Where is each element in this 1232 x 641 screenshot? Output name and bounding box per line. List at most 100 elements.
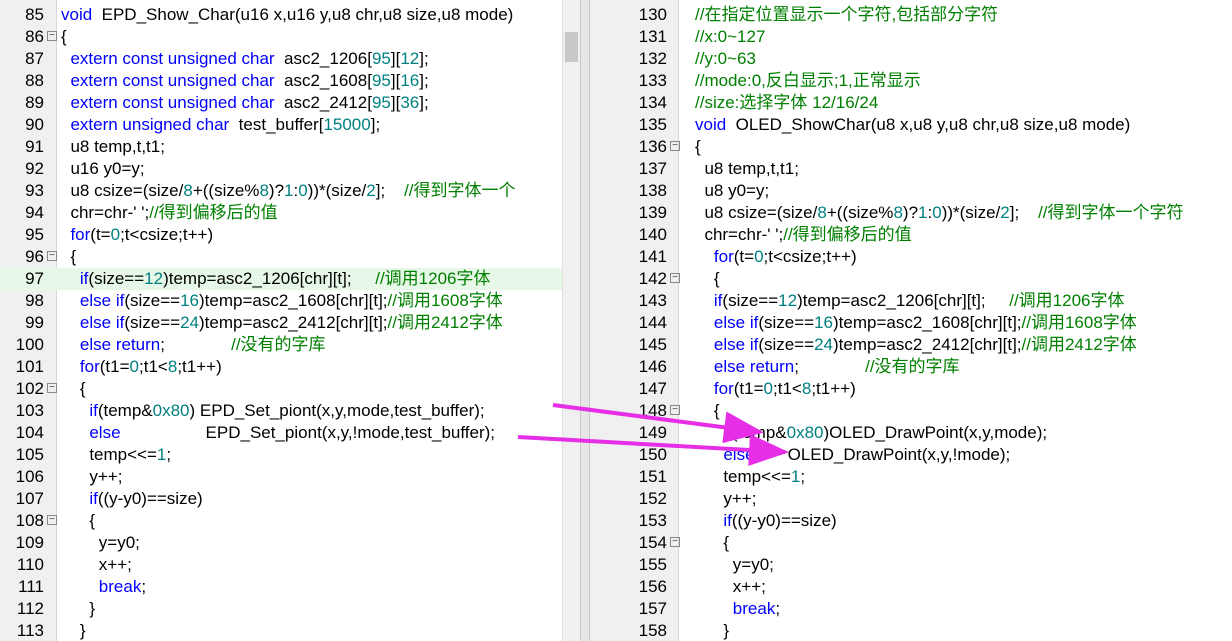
right-editor-pane[interactable]: 130 //在指定位置显示一个字符,包括部分字符 131 //x:0~127 132 //… [590, 0, 1232, 641]
code-token: extern const unsigned char [70, 93, 275, 112]
code-line[interactable]: 154− { [590, 532, 1232, 554]
code-line[interactable]: 108− { [0, 510, 580, 532]
code-line[interactable]: 99 else if(size==24)temp=asc2_2412[chr][… [0, 312, 580, 334]
code-line[interactable]: 110 x++; [0, 554, 580, 576]
left-editor-pane[interactable]: 85 void EPD_Show_Char(u16 x,u16 y,u8 chr,… [0, 0, 580, 641]
line-number: 101 [15, 357, 44, 376]
code-line[interactable]: 146 else return; //没有的字库 [590, 356, 1232, 378]
code-token: 36 [400, 93, 420, 112]
code-line[interactable]: 105 temp<<=1; [0, 444, 580, 466]
code-line[interactable]: 93 u8 csize=(size/8+((size%8)?1:0))*(siz… [0, 180, 580, 202]
code-line[interactable]: 142− { [590, 268, 1232, 290]
line-number: 103 [15, 401, 44, 420]
code-line[interactable]: 100 else return; //没有的字库 [0, 334, 580, 356]
fold-minus-icon[interactable]: − [47, 515, 57, 525]
code-text: if(size==12)temp=asc2_1206[chr][t]; //调用… [695, 290, 1125, 312]
code-token: (size== [758, 335, 815, 354]
code-line[interactable]: 156 x++; [590, 576, 1232, 598]
code-line[interactable]: 97 if(size==12)temp=asc2_1206[chr][t]; /… [0, 268, 580, 290]
code-line[interactable]: 89 extern const unsigned char asc2_2412[… [0, 92, 580, 114]
code-line[interactable]: 112 } [0, 598, 580, 620]
code-token: //调用1608字体 [387, 291, 503, 310]
code-text: //size:选择字体 12/16/24 [695, 92, 878, 114]
fold-minus-icon[interactable]: − [670, 141, 680, 151]
line-number: 157 [638, 599, 667, 618]
code-token: else if [713, 335, 759, 354]
vertical-scrollbar[interactable] [562, 0, 580, 641]
code-line[interactable]: 139 u8 csize=(size/8+((size%8)?1:0))*(si… [590, 202, 1232, 224]
code-line[interactable]: 94 chr=chr-' ';//得到偏移后的值 [0, 202, 580, 224]
code-line[interactable]: 133 //mode:0,反白显示;1,正常显示 [590, 70, 1232, 92]
code-line[interactable]: 137 u8 temp,t,t1; [590, 158, 1232, 180]
code-token: if [723, 511, 732, 530]
code-line[interactable]: 106 y++; [0, 466, 580, 488]
code-line[interactable]: 136− { [590, 136, 1232, 158]
code-line[interactable]: 148− { [590, 400, 1232, 422]
code-line[interactable]: 86−{ [0, 26, 580, 48]
code-token: else if [713, 313, 759, 332]
fold-minus-icon[interactable]: − [47, 251, 57, 261]
code-text: else OLED_DrawPoint(x,y,!mode); [695, 444, 1010, 466]
code-token: ;t<csize;t++) [120, 225, 214, 244]
code-line[interactable]: 138 u8 y0=y; [590, 180, 1232, 202]
code-line[interactable]: 147 for(t1=0;t1<8;t1++) [590, 378, 1232, 400]
code-line[interactable]: 88 extern const unsigned char asc2_1608[… [0, 70, 580, 92]
code-line[interactable]: 130 //在指定位置显示一个字符,包括部分字符 [590, 4, 1232, 26]
code-token: { [61, 379, 86, 398]
code-line[interactable]: 109 y=y0; [0, 532, 580, 554]
code-text: if((y-y0)==size) [695, 510, 836, 532]
code-text: break; [61, 576, 146, 598]
code-line[interactable]: 135 void OLED_ShowChar(u8 x,u8 y,u8 chr,u… [590, 114, 1232, 136]
code-line[interactable]: 144 else if(size==16)temp=asc2_1608[chr]… [590, 312, 1232, 334]
code-line[interactable]: 149 if(temp&0x80)OLED_DrawPoint(x,y,mode… [590, 422, 1232, 444]
code-line[interactable]: 134 //size:选择字体 12/16/24 [590, 92, 1232, 114]
code-line[interactable]: 96− { [0, 246, 580, 268]
code-line[interactable]: 113 } [0, 620, 580, 641]
code-token: 0 [932, 203, 942, 222]
code-line[interactable]: 101 for(t1=0;t1<8;t1++) [0, 356, 580, 378]
code-token: u16 y0=y; [61, 159, 145, 178]
code-line[interactable]: 91 u8 temp,t,t1; [0, 136, 580, 158]
code-line[interactable]: 145 else if(size==24)temp=asc2_2412[chr]… [590, 334, 1232, 356]
fold-minus-icon[interactable]: − [670, 405, 680, 415]
code-line[interactable]: 104 else EPD_Set_piont(x,y,!mode,test_bu… [0, 422, 580, 444]
fold-minus-icon[interactable]: − [47, 383, 57, 393]
code-line[interactable]: 107 if((y-y0)==size) [0, 488, 580, 510]
line-number: 110 [16, 555, 44, 574]
code-line[interactable]: 103 if(temp&0x80) EPD_Set_piont(x,y,mode… [0, 400, 580, 422]
code-token: break [98, 577, 142, 596]
code-line[interactable]: 102− { [0, 378, 580, 400]
code-token: extern const unsigned char [70, 49, 275, 68]
line-number: 148 [638, 401, 667, 420]
code-line[interactable]: 95 for(t=0;t<csize;t++) [0, 224, 580, 246]
code-line[interactable]: 143 if(size==12)temp=asc2_1206[chr][t]; … [590, 290, 1232, 312]
code-line[interactable]: 153 if((y-y0)==size) [590, 510, 1232, 532]
code-line[interactable]: 157 break; [590, 598, 1232, 620]
fold-minus-icon[interactable]: − [670, 537, 680, 547]
code-token: //x:0~127 [695, 27, 766, 46]
code-token: )temp=asc2_1608[chr][t]; [199, 291, 388, 310]
code-token: 12 [778, 291, 798, 310]
code-line[interactable]: 131 //x:0~127 [590, 26, 1232, 48]
code-token: else if [79, 313, 125, 332]
code-line[interactable]: 151 temp<<=1; [590, 466, 1232, 488]
code-line[interactable]: 141 for(t=0;t<csize;t++) [590, 246, 1232, 268]
code-line[interactable]: 150 else OLED_DrawPoint(x,y,!mode); [590, 444, 1232, 466]
code-line[interactable]: 111 break; [0, 576, 580, 598]
code-line[interactable]: 158 } [590, 620, 1232, 641]
code-line[interactable]: 92 u16 y0=y; [0, 158, 580, 180]
code-line[interactable]: 90 extern unsigned char test_buffer[1500… [0, 114, 580, 136]
fold-minus-icon[interactable]: − [47, 31, 57, 41]
code-line[interactable]: 98 else if(size==16)temp=asc2_1608[chr][… [0, 290, 580, 312]
code-line[interactable]: 152 y++; [590, 488, 1232, 510]
code-line[interactable]: 87 extern const unsigned char asc2_1206[… [0, 48, 580, 70]
fold-minus-icon[interactable]: − [670, 273, 680, 283]
code-line[interactable]: 140 chr=chr-' ';//得到偏移后的值 [590, 224, 1232, 246]
pane-splitter[interactable] [580, 0, 590, 641]
code-token: 1 [284, 181, 294, 200]
scrollbar-thumb[interactable] [565, 32, 578, 62]
code-line[interactable]: 85 void EPD_Show_Char(u16 x,u16 y,u8 chr,… [0, 4, 580, 26]
code-token: void [695, 115, 727, 134]
code-line[interactable]: 132 //y:0~63 [590, 48, 1232, 70]
code-line[interactable]: 155 y=y0; [590, 554, 1232, 576]
